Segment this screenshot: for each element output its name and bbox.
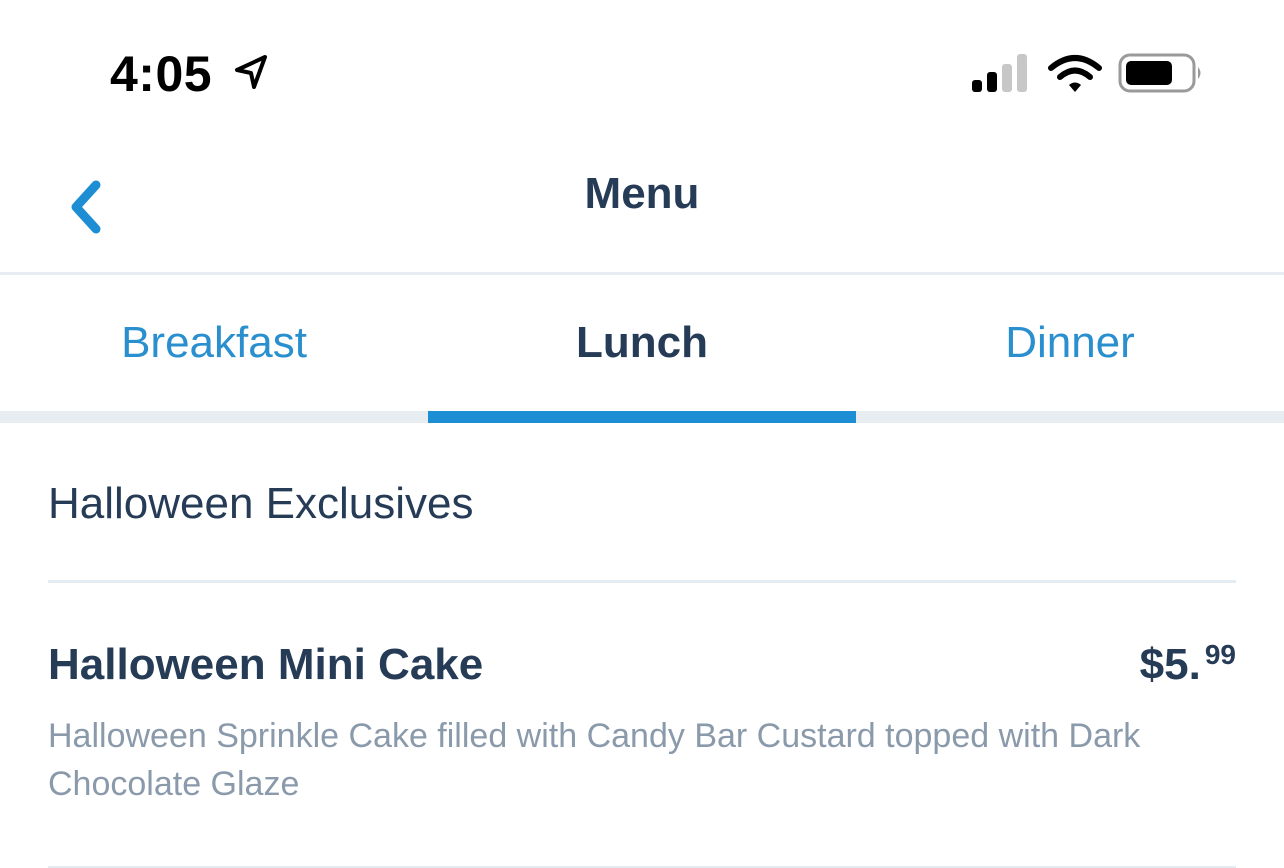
cellular-signal-icon bbox=[972, 54, 1027, 92]
section-divider bbox=[48, 580, 1236, 583]
status-time: 4:05 bbox=[110, 46, 213, 102]
meal-tabs: Breakfast Lunch Dinner bbox=[0, 275, 1284, 411]
section-title: Halloween Exclusives bbox=[48, 479, 474, 528]
tab-breakfast[interactable]: Breakfast bbox=[0, 275, 428, 411]
location-arrow-icon bbox=[235, 55, 267, 89]
menu-item-description: Halloween Sprinkle Cake filled with Cand… bbox=[48, 717, 1141, 803]
nav-bar: Menu bbox=[0, 140, 1284, 272]
menu-item-name: Halloween Mini Cake bbox=[48, 640, 484, 689]
tab-lunch[interactable]: Lunch bbox=[428, 275, 856, 411]
battery-icon bbox=[1118, 53, 1201, 93]
menu-item-price: $5. 99 bbox=[1140, 636, 1236, 694]
tab-dinner[interactable]: Dinner bbox=[856, 275, 1284, 411]
active-tab-indicator bbox=[428, 411, 856, 423]
price-main: $5. bbox=[1139, 640, 1201, 689]
page-title: Menu bbox=[584, 169, 700, 218]
price-cents: 99 bbox=[1204, 639, 1236, 670]
status-bar: 4:05 bbox=[0, 0, 1284, 140]
wifi-icon bbox=[1048, 55, 1102, 92]
